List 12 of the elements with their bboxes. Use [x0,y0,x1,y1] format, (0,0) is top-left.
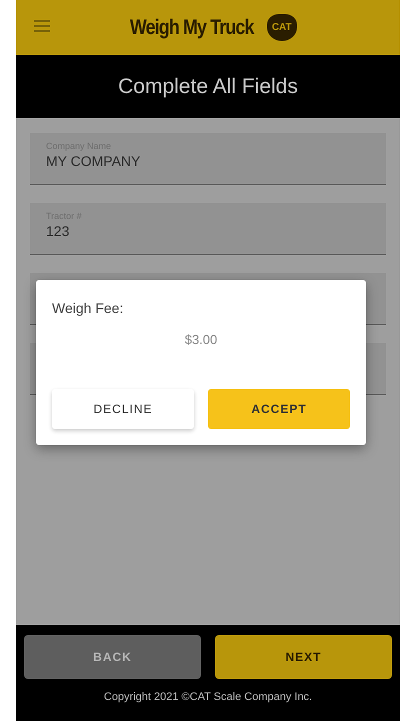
page-title: Complete All Fields [118,74,298,98]
field-value: 123 [46,223,70,239]
dialog-title: Weigh Fee: [52,300,124,316]
logo-text: Weigh My Truck [130,16,254,40]
copyright-text: Copyright 2021 ©CAT Scale Company Inc. [104,691,312,703]
decline-button[interactable]: DECLINE [52,389,194,429]
nav-button[interactable]: NEXT [215,635,392,679]
accept-button[interactable]: ACCEPT [208,389,350,429]
logo-badge: CAT [266,14,297,41]
field-value: MY COMPANY [46,153,142,169]
fee-amount: $3.00 [184,332,218,347]
menu-icon[interactable] [34,20,50,32]
